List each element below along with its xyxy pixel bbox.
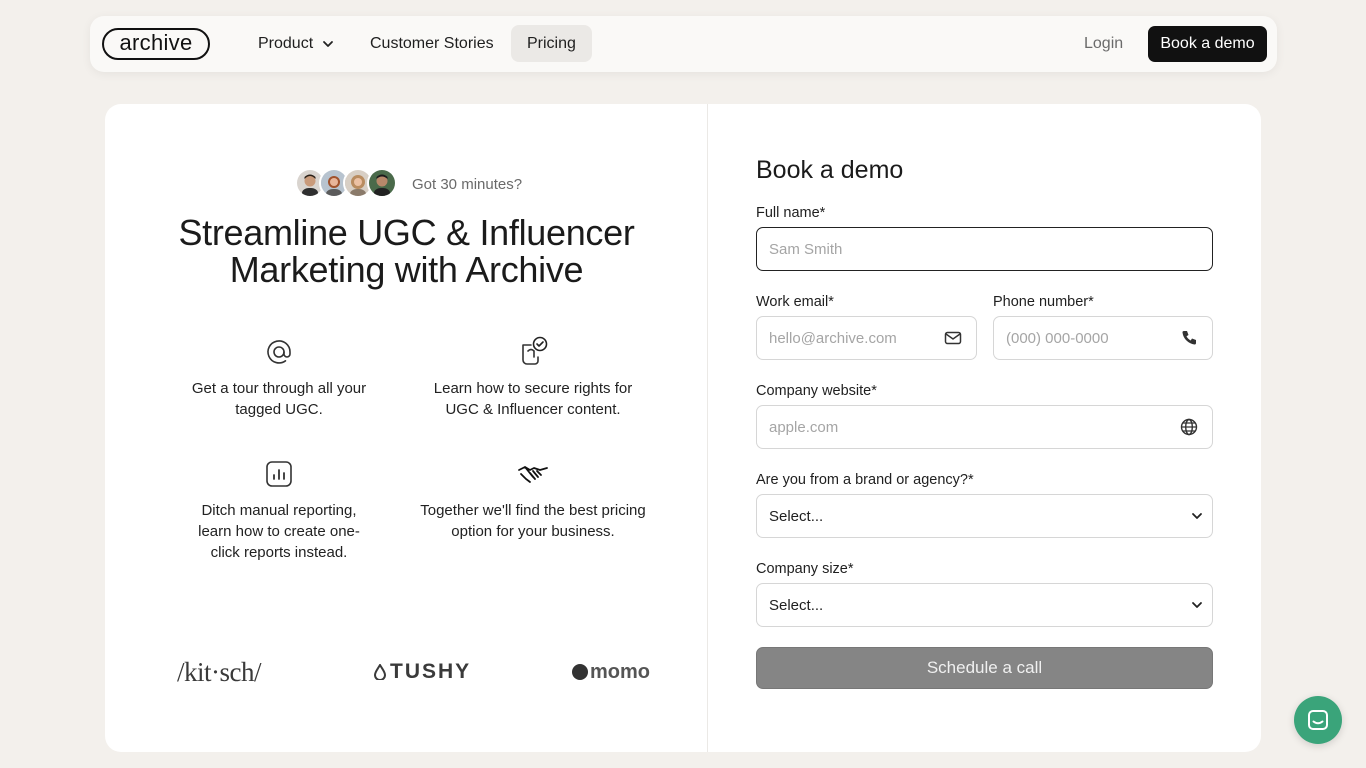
avatar [367, 168, 397, 198]
chevron-down-icon [1190, 509, 1204, 523]
nav-item-product[interactable]: Product [242, 25, 351, 62]
archive-logo[interactable]: archive [102, 28, 210, 60]
tushy-logo-text: TUSHY [390, 660, 472, 683]
feature-text: Get a tour through all your tagged UGC. [191, 380, 367, 418]
bar-chart-icon [263, 458, 295, 490]
handshake-icon [517, 458, 549, 490]
avatar-group [295, 168, 397, 198]
panel-divider [707, 104, 708, 752]
feature-text: Ditch manual reporting, learn how to cre… [198, 502, 360, 561]
phone-icon [1179, 328, 1199, 348]
full-name-input[interactable] [756, 227, 1213, 271]
logo-text: archive [119, 29, 193, 55]
at-sign-icon [263, 336, 295, 368]
brand-or-agency-select[interactable]: Select... [756, 494, 1213, 538]
feature-text: Learn how to secure rights for UGC & Inf… [433, 380, 633, 418]
nav-item-label: Product [258, 34, 314, 52]
company-size-select[interactable]: Select... [756, 583, 1213, 627]
work-email-label: Work email* [756, 294, 834, 310]
feature-tour: Get a tour through all your tagged UGC. [159, 336, 399, 420]
brand-or-agency-label: Are you from a brand or agency?* [756, 472, 974, 488]
feature-pricing: Together we'll find the best pricing opt… [413, 458, 653, 542]
nav-item-label: Pricing [527, 34, 576, 52]
globe-icon [1179, 417, 1199, 437]
company-website-label: Company website* [756, 383, 877, 399]
momo-logo-text: momo [590, 660, 650, 683]
feature-rights: Learn how to secure rights for UGC & Inf… [413, 336, 653, 420]
login-label: Login [1084, 34, 1124, 52]
time-note: Got 30 minutes? [412, 176, 523, 193]
company-website-input[interactable] [756, 405, 1213, 449]
feature-reporting: Ditch manual reporting, learn how to cre… [159, 458, 399, 563]
select-value: Select... [769, 596, 824, 614]
chat-icon [1306, 708, 1330, 732]
full-name-label: Full name* [756, 205, 826, 221]
momo-logo: momo [571, 652, 650, 692]
nav-item-label: Customer Stories [370, 34, 494, 52]
feature-text: Together we'll find the best pricing opt… [420, 502, 646, 540]
phone-number-label: Phone number* [993, 294, 1094, 310]
mail-icon [943, 328, 963, 348]
page-title: Streamline UGC & Influencer Marketing wi… [178, 212, 635, 290]
nav-item-pricing[interactable]: Pricing [511, 25, 592, 62]
chevron-down-icon [1190, 598, 1204, 612]
chevron-down-icon [321, 37, 335, 51]
demo-card: Got 30 minutes? Streamline UGC & Influen… [105, 104, 1261, 752]
book-demo-button[interactable]: Book a demo [1148, 26, 1267, 62]
select-value: Select... [769, 507, 824, 525]
rights-check-icon [517, 336, 549, 368]
customer-logos: /kit·sch/ TUSHY momo [175, 652, 650, 692]
login-link[interactable]: Login [1084, 25, 1123, 62]
chat-launcher-button[interactable] [1294, 696, 1342, 744]
kitsch-logo: /kit·sch/ [177, 656, 262, 687]
nav-item-customer-stories[interactable]: Customer Stories [354, 25, 510, 62]
company-size-label: Company size* [756, 561, 854, 577]
top-navigation: archive Product Customer Stories Pricing… [90, 16, 1277, 72]
tushy-logo: TUSHY [373, 652, 471, 692]
schedule-call-button[interactable]: Schedule a call [756, 647, 1213, 689]
form-title: Book a demo [756, 156, 904, 184]
